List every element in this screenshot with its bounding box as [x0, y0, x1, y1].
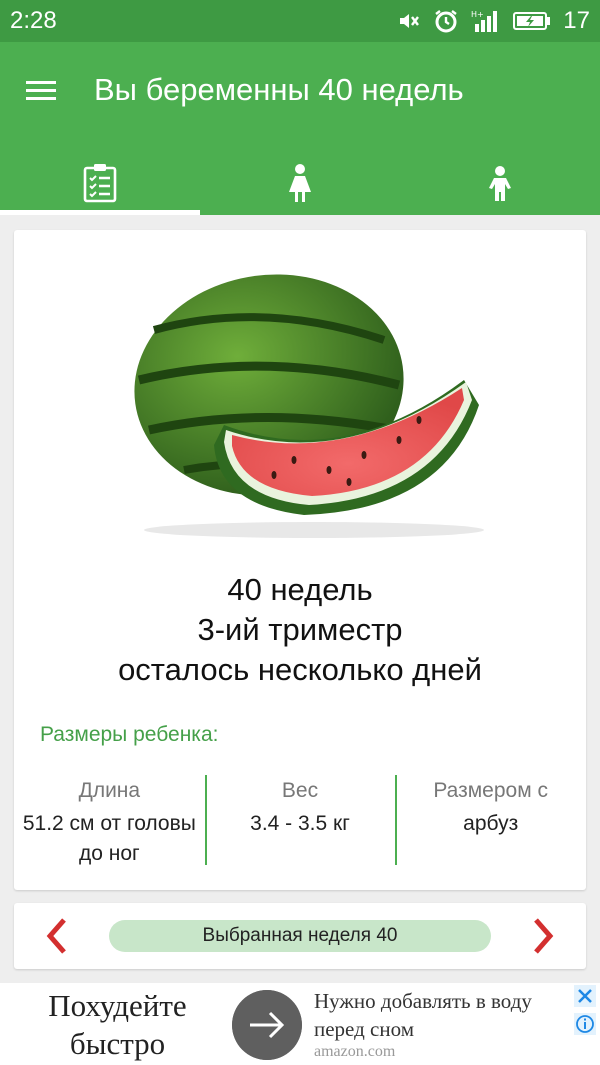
tab-checklist[interactable] [0, 150, 200, 215]
selected-week-label: Выбранная неделя 40 [109, 920, 491, 952]
svg-text:H+: H+ [471, 10, 484, 19]
week-card: 40 недель 3-ий триместр осталось несколь… [14, 230, 586, 890]
arrow-right-icon[interactable] [232, 990, 302, 1060]
tab-child[interactable] [400, 150, 600, 215]
info-icon[interactable] [574, 1013, 596, 1035]
alarm-icon [435, 10, 458, 33]
hamburger-menu-icon[interactable] [24, 76, 64, 116]
close-icon[interactable] [574, 985, 596, 1007]
mute-icon [400, 14, 420, 28]
baby-sizes-heading: Размеры ребенка: [40, 723, 219, 746]
child-icon [489, 165, 511, 201]
week-info: 40 недель 3-ий триместр осталось несколь… [14, 570, 586, 690]
status-time: 2:28 [10, 7, 57, 34]
ad-banner[interactable]: Похудейте быстро Нужно добавлять в воду … [0, 983, 600, 1065]
ad-domain: amazon.com [314, 1043, 396, 1060]
stat-label: Вес [281, 779, 319, 802]
stat-weight: Вес 3.4 - 3.5 кг [204, 775, 396, 865]
stat-length: Длина 51.2 см от головы до ног [14, 775, 205, 865]
days-remaining: осталось несколько дней [118, 652, 482, 687]
page-title: Вы беременны 40 недель [94, 72, 464, 107]
tab-mother[interactable] [200, 150, 400, 215]
stat-label: Длина [78, 779, 141, 802]
tab-bar [0, 150, 600, 215]
trimester-label: 3-ий триместр [197, 612, 403, 647]
ad-headline[interactable]: Похудейте быстро [20, 987, 215, 1063]
stat-value: 3.4 - 3.5 кг [250, 812, 350, 835]
stat-size-comparison: Размером с арбуз [395, 775, 586, 865]
pregnant-woman-icon [289, 163, 311, 202]
baby-stats: Длина 51.2 см от головы до ног Вес 3.4 -… [14, 775, 586, 865]
checklist-icon [83, 163, 117, 202]
battery-level: 17 [563, 7, 590, 34]
week-number: 40 недель [227, 572, 373, 607]
next-week-chevron-icon[interactable] [522, 915, 562, 957]
week-navigator: Выбранная неделя 40 [14, 903, 586, 969]
watermelon-image [134, 274, 484, 538]
stat-value: арбуз [463, 812, 519, 835]
battery-icon [513, 12, 551, 30]
status-bar: 2:28 H+ 17 [0, 0, 600, 42]
ad-body-text[interactable]: Нужно добавлять в воду перед сном [314, 987, 554, 1043]
status-icons: H+ 17 [397, 6, 590, 36]
stat-value: 51.2 см от головы до ног [22, 812, 196, 865]
signal-icon: H+ [471, 10, 498, 32]
previous-week-chevron-icon[interactable] [38, 915, 78, 957]
stat-label: Размером с [433, 779, 548, 802]
app-bar: Вы беременны 40 недель [0, 42, 600, 215]
